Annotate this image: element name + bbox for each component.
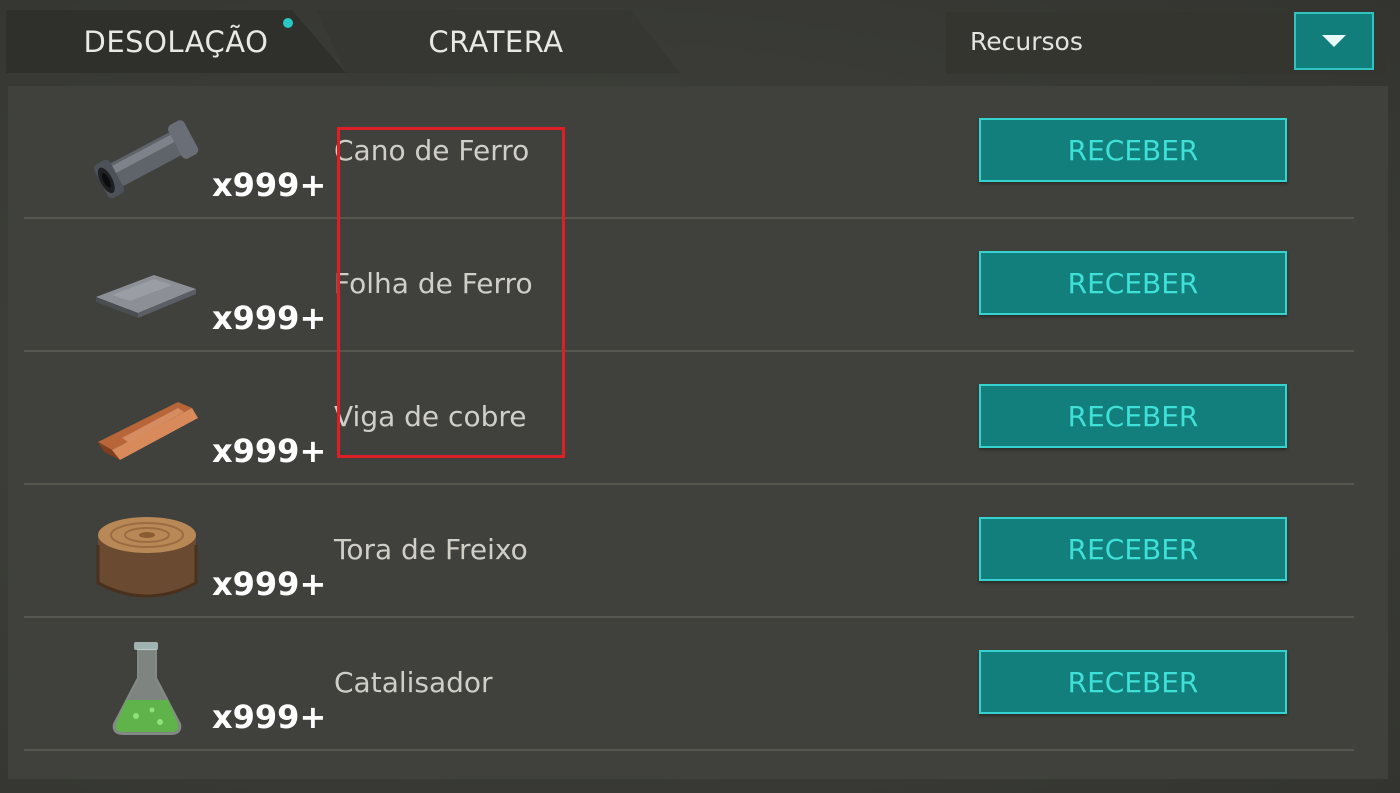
item-name: Catalisador: [334, 666, 493, 699]
item-quantity: x999+: [212, 432, 327, 470]
item-quantity: x999+: [212, 565, 327, 603]
list-item: x999+ Viga de cobre RECEBER: [24, 352, 1354, 485]
tab-desolacao-label: DESOLAÇÃO: [83, 24, 269, 59]
receive-button[interactable]: RECEBER: [979, 517, 1287, 581]
tab-desolacao[interactable]: DESOLAÇÃO: [6, 10, 346, 73]
dropdown-toggle-button[interactable]: [1294, 12, 1374, 70]
item-name: Tora de Freixo: [334, 533, 528, 566]
receive-button[interactable]: RECEBER: [979, 118, 1287, 182]
tab-cratera-label: CRATERA: [428, 24, 564, 59]
list-item: x999+ Folha de Ferro RECEBER: [24, 219, 1354, 352]
category-dropdown[interactable]: Recursos: [946, 12, 1386, 74]
dropdown-selected-value: Recursos: [970, 27, 1083, 56]
receive-button[interactable]: RECEBER: [979, 650, 1287, 714]
tab-cratera[interactable]: CRATERA: [316, 10, 676, 73]
item-quantity: x999+: [212, 299, 327, 337]
catalyst-flask-icon: [112, 642, 182, 735]
ash-log-icon: [96, 517, 198, 598]
item-quantity: x999+: [212, 166, 327, 204]
notification-dot: [283, 18, 293, 28]
highlight-box: [337, 127, 565, 458]
iron-sheet-icon: [96, 275, 196, 318]
chevron-down-icon: [1322, 35, 1346, 47]
list-item: x999+ Cano de Ferro RECEBER: [24, 86, 1354, 219]
copper-beam-icon: [98, 402, 198, 460]
iron-pipe-icon: [93, 120, 199, 199]
list-item: x999+ Catalisador RECEBER: [24, 618, 1354, 751]
list-item: x999+ Tora de Freixo RECEBER: [24, 485, 1354, 618]
row-divider: [24, 749, 1354, 751]
inventory-screen: DESOLAÇÃO CRATERA Recursos x999+ Cano de…: [0, 0, 1400, 793]
receive-button[interactable]: RECEBER: [979, 251, 1287, 315]
item-quantity: x999+: [212, 698, 327, 736]
receive-button[interactable]: RECEBER: [979, 384, 1287, 448]
